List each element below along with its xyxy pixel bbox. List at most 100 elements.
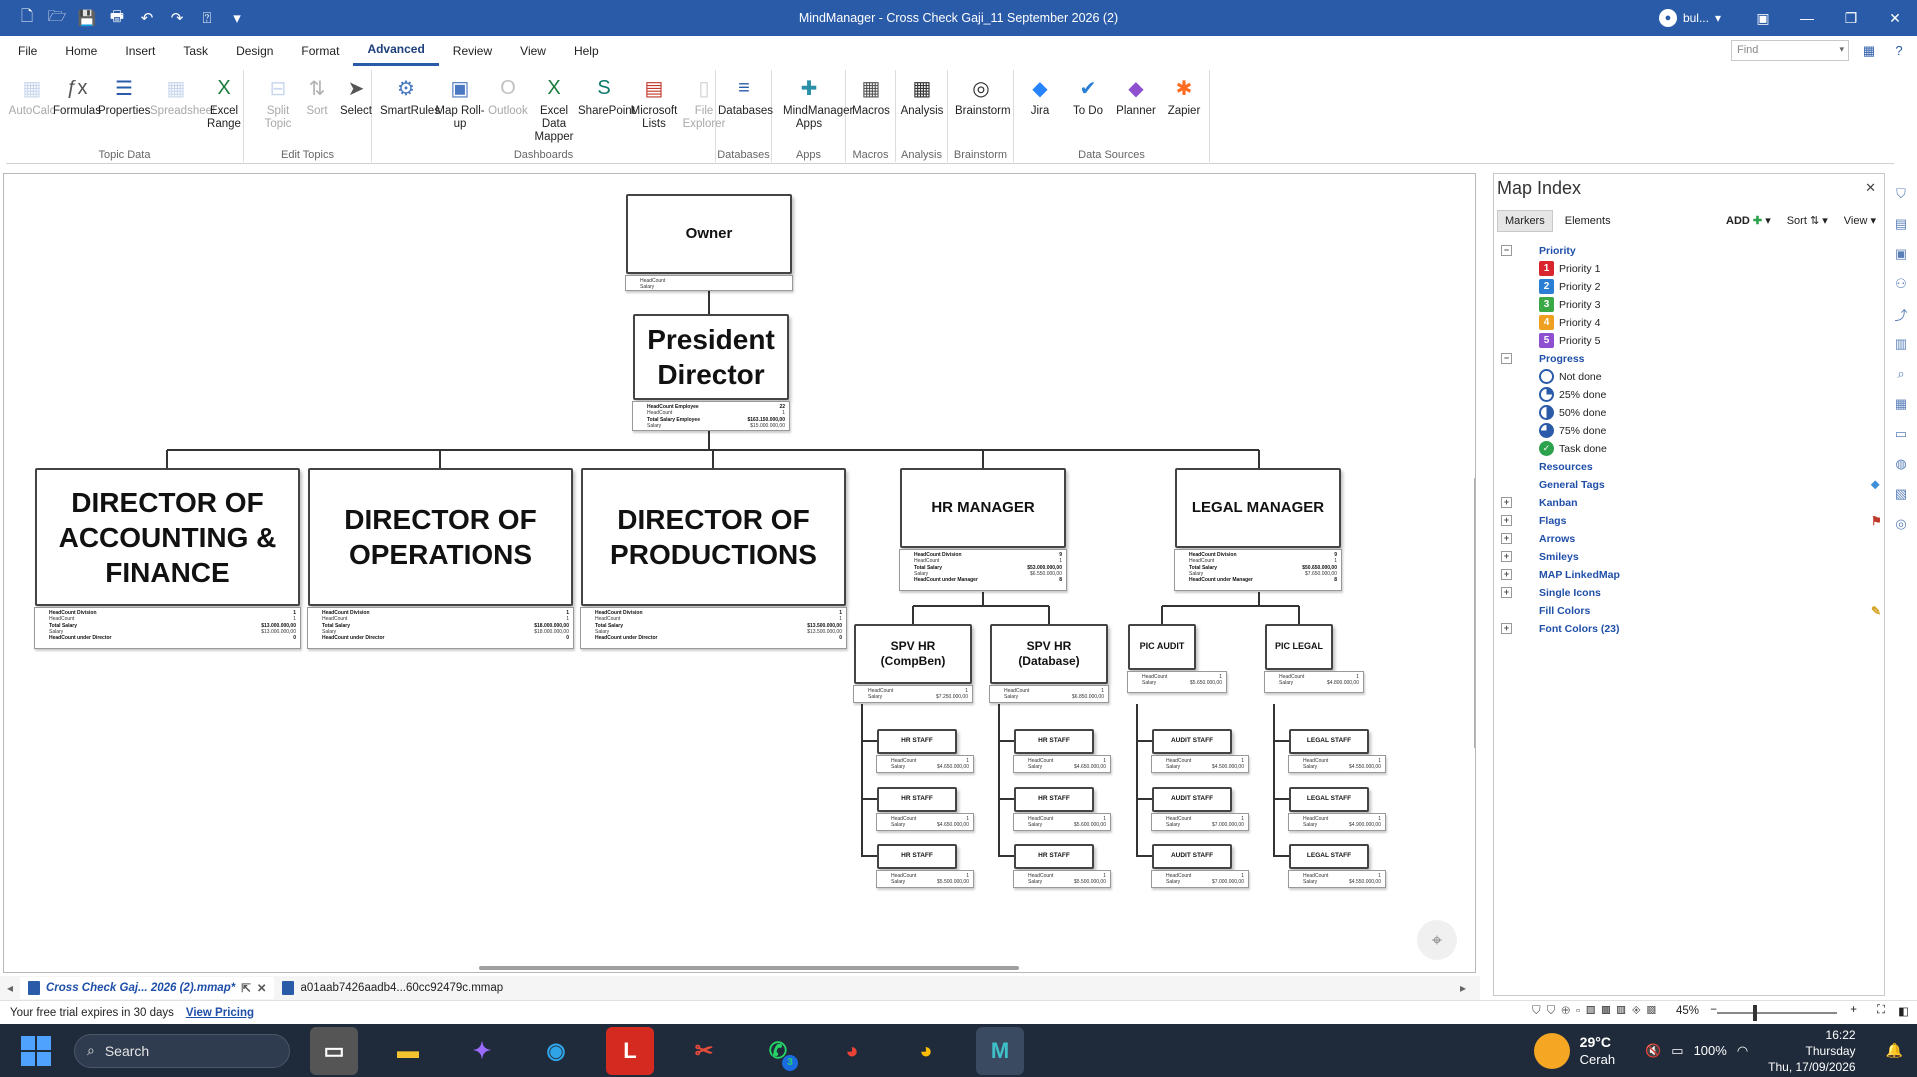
spreadsheet-button[interactable]: ▦ Spreadsheet (150, 74, 215, 136)
search-icon[interactable]: ⌕ (1890, 363, 1912, 385)
find-input[interactable]: Find ▾ (1731, 40, 1849, 61)
collapse-icon[interactable]: − (1501, 353, 1512, 364)
topic-president-director[interactable]: President Director (633, 314, 789, 400)
marker-priority-4[interactable]: 4 Priority 4 (1539, 314, 1600, 331)
topic-hr-staff[interactable]: HR STAFF (1014, 844, 1094, 869)
doc-tab-current[interactable]: Cross Check Gaj... 2026 (2).mmap* ⇱ ✕ (20, 977, 275, 999)
expand-icon[interactable]: + (1501, 551, 1512, 562)
zoom-slider[interactable] (1717, 1012, 1837, 1014)
resource-icon[interactable]: ⚇ (1890, 273, 1912, 295)
expand-icon[interactable]: + (1501, 623, 1512, 634)
category-fill-colors[interactable]: Fill Colors ✎ (1539, 602, 1881, 619)
jira-button[interactable]: ◆ Jira (1014, 74, 1066, 136)
category-arrows[interactable]: + Arrows (1501, 530, 1575, 547)
topic-legal-staff[interactable]: LEGAL STAFF (1289, 787, 1369, 812)
tab-elements[interactable]: Elements (1557, 210, 1619, 232)
topic-director-of-operations[interactable]: DIRECTOR OF OPERATIONS (308, 468, 573, 606)
add-marker-button[interactable]: ADD ✚ ▾ (1726, 214, 1771, 227)
close-icon[interactable]: ✕ (1865, 180, 1876, 196)
view-pricing-link[interactable]: View Pricing (186, 1007, 254, 1019)
zapier-button[interactable]: ✱ Zapier (1158, 74, 1210, 136)
customize-dropdown-icon[interactable]: ▾ (224, 6, 250, 30)
lightbulb-icon[interactable]: ◎ (1890, 513, 1912, 535)
mute-speaker-icon[interactable]: 🔇 (1645, 1043, 1661, 1059)
excel-link-icon[interactable]: ▤ (1890, 213, 1912, 235)
category-smileys[interactable]: + Smileys (1501, 548, 1579, 565)
tab-view[interactable]: View (506, 36, 560, 66)
taskbar-search[interactable]: ⌕ Search (74, 1033, 290, 1068)
marker-75-done[interactable]: 75% done (1539, 422, 1606, 439)
chrome-icon[interactable]: ◕ (828, 1027, 876, 1075)
pin-icon[interactable]: ⇱ (241, 981, 251, 995)
horizontal-scrollbar[interactable] (479, 966, 1019, 970)
marker-not-done[interactable]: Not done (1539, 368, 1602, 385)
clock[interactable]: 16:22 Thursday Thu, 17/09/2026 (1768, 1027, 1855, 1075)
expand-icon[interactable]: + (1501, 587, 1512, 598)
tab-insert[interactable]: Insert (111, 36, 169, 66)
task-view-icon[interactable]: ▭ (310, 1026, 358, 1075)
excel-icon[interactable]: ▧ (1890, 483, 1912, 505)
topic-hr-staff[interactable]: HR STAFF (1014, 787, 1094, 812)
topic-pic-legal[interactable]: PIC LEGAL (1265, 624, 1333, 670)
close-icon[interactable]: ✕ (1873, 0, 1917, 36)
windows-start-icon[interactable] (14, 1029, 58, 1073)
smartrules-button[interactable]: ⚙ SmartRules (380, 74, 440, 136)
category-font-colors-23[interactable]: + Font Colors (23) (1501, 620, 1620, 637)
notes-icon[interactable]: ▭ (1890, 423, 1912, 445)
new-file-icon[interactable]: 🗋 (14, 6, 40, 30)
tag-icon[interactable]: ⬥ (1871, 477, 1879, 492)
planner-button[interactable]: ◆ Planner (1110, 74, 1162, 136)
tab-help[interactable]: Help (560, 36, 613, 66)
expand-icon[interactable]: + (1501, 497, 1512, 508)
minimize-icon[interactable]: — (1785, 0, 1829, 36)
to-do-button[interactable]: ✔ To Do (1062, 74, 1114, 136)
topic-owner[interactable]: Owner (626, 194, 792, 274)
outlook-button[interactable]: O Outlook (482, 74, 534, 136)
category-flags[interactable]: + Flags ⚑ (1501, 512, 1882, 529)
zoom-out-icon[interactable]: − (1710, 1004, 1717, 1016)
category-kanban[interactable]: + Kanban (1501, 494, 1578, 511)
expand-icon[interactable]: + (1501, 569, 1512, 580)
brainstorm-button[interactable]: ◎ Brainstorm (955, 74, 1011, 136)
tab-format[interactable]: Format (287, 36, 353, 66)
tab-task[interactable]: Task (169, 36, 222, 66)
chevron-down-icon[interactable]: ▾ (1839, 44, 1844, 55)
library-icon[interactable]: ▥ (1890, 333, 1912, 355)
expand-icon[interactable]: + (1501, 533, 1512, 544)
marker-priority-5[interactable]: 5 Priority 5 (1539, 332, 1600, 349)
microsoft-lists-button[interactable]: ▤ Microsoft Lists (628, 74, 680, 136)
topic-pic-audit[interactable]: PIC AUDIT (1128, 624, 1196, 670)
map-index-icon[interactable]: ▦ (1890, 393, 1912, 415)
scroll-left-icon[interactable]: ◂ (0, 981, 20, 995)
help-icon[interactable]: ? (1887, 40, 1911, 61)
analysis-button[interactable]: ▦ Analysis (896, 74, 948, 136)
mindmanager-apps-button[interactable]: ✚ MindManager Apps (783, 74, 853, 136)
tab-file[interactable]: File (4, 36, 51, 66)
marker-priority-3[interactable]: 3 Priority 3 (1539, 296, 1600, 313)
redo-icon[interactable]: ↷ (164, 6, 190, 30)
topic-legal-manager[interactable]: LEGAL MANAGER (1175, 468, 1341, 548)
edge-icon[interactable]: ◉ (532, 1027, 580, 1075)
category-general-tags[interactable]: General Tags ⬥ (1539, 476, 1879, 493)
vertical-scrollbar[interactable] (1474, 478, 1475, 748)
panel-toggle-icon[interactable]: ◧ (1898, 1004, 1909, 1018)
topic-hr-staff[interactable]: HR STAFF (1014, 729, 1094, 754)
ribbon-display-icon[interactable]: ▣ (1741, 0, 1785, 36)
scroll-right-icon[interactable]: ▸ (1460, 981, 1480, 995)
sort-button[interactable]: Sort ⇅ ▾ (1787, 214, 1828, 227)
sharepoint-button[interactable]: S SharePoint (578, 74, 635, 136)
undo-icon[interactable]: ↶ (134, 6, 160, 30)
globe-icon[interactable]: ◍ (1890, 453, 1912, 475)
map-canvas[interactable]: ⌖ Owner HeadCount Salary President Director… (3, 173, 1476, 973)
battery-icon[interactable]: ▭ (1671, 1043, 1683, 1059)
chrome-profile-icon[interactable]: ◕ (902, 1027, 950, 1075)
topic-director-of-productions[interactable]: DIRECTOR OF PRODUCTIONS (581, 468, 846, 606)
properties-button[interactable]: ☰ Properties (98, 74, 150, 136)
excel-range-button[interactable]: X Excel Range (198, 74, 250, 136)
layout-options-icon[interactable]: ▦ (1857, 40, 1881, 61)
file-explorer-icon[interactable]: ▬ (384, 1027, 432, 1075)
map-roll-up-button[interactable]: ▣ Map Roll-up (434, 74, 486, 136)
topic-legal-staff[interactable]: LEGAL STAFF (1289, 729, 1369, 754)
share-icon[interactable]: ⤴ (1890, 303, 1912, 325)
tab-review[interactable]: Review (439, 36, 506, 66)
